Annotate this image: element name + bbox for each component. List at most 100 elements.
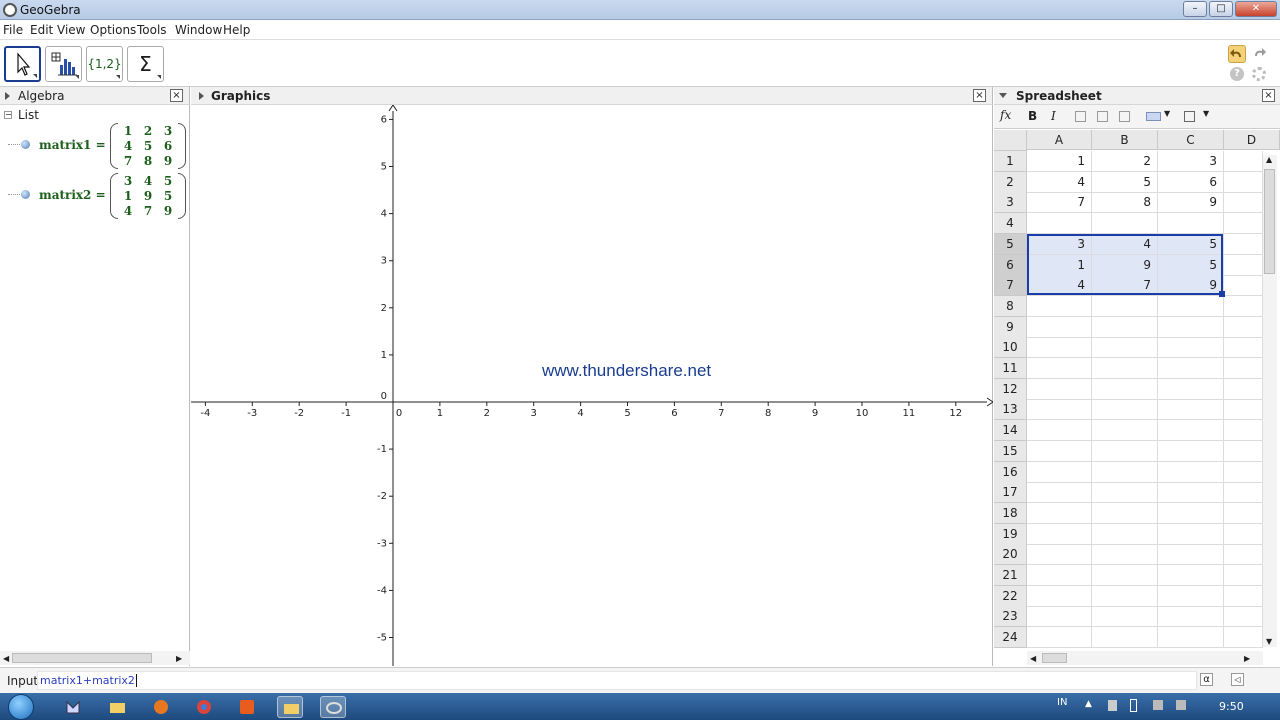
row-header-10[interactable]: 10 <box>994 337 1027 359</box>
cell-c15[interactable] <box>1158 440 1224 462</box>
row-header-9[interactable]: 9 <box>994 316 1027 338</box>
scroll-up-arrow-icon[interactable]: ▲ <box>1266 155 1272 164</box>
cell-d4[interactable] <box>1224 213 1263 235</box>
cell-d3[interactable] <box>1224 192 1263 214</box>
row-header-22[interactable]: 22 <box>994 585 1027 607</box>
menu-tools[interactable]: Tools <box>137 23 167 37</box>
cell-a23[interactable] <box>1027 606 1092 628</box>
cell-d9[interactable] <box>1224 316 1263 338</box>
cell-c9[interactable] <box>1158 316 1224 338</box>
cell-a19[interactable] <box>1027 523 1092 545</box>
align-right-icon[interactable] <box>1119 111 1130 122</box>
cell-a8[interactable] <box>1027 295 1092 317</box>
column-header-c[interactable]: C <box>1158 130 1224 150</box>
cell-c24[interactable] <box>1158 627 1224 649</box>
help-icon[interactable]: ? <box>1230 67 1244 81</box>
cell-a16[interactable] <box>1027 461 1092 483</box>
cell-c19[interactable] <box>1158 523 1224 545</box>
cell-d18[interactable] <box>1224 502 1263 524</box>
menu-window[interactable]: Window <box>175 23 222 37</box>
cell-a18[interactable] <box>1027 502 1092 524</box>
cell-a15[interactable] <box>1027 440 1092 462</box>
column-header-a[interactable]: A <box>1027 130 1092 150</box>
cell-a12[interactable] <box>1027 378 1092 400</box>
row-header-20[interactable]: 20 <box>994 544 1027 566</box>
cell-b18[interactable] <box>1092 502 1158 524</box>
cell-d22[interactable] <box>1224 585 1263 607</box>
move-tool-button[interactable] <box>4 46 41 82</box>
cell-d23[interactable] <box>1224 606 1263 628</box>
cell-b9[interactable] <box>1092 316 1158 338</box>
maximize-button[interactable]: □ <box>1209 1 1233 17</box>
cell-d13[interactable] <box>1224 399 1263 421</box>
cell-b4[interactable] <box>1092 213 1158 235</box>
scroll-thumb[interactable] <box>12 653 152 663</box>
cell-d17[interactable] <box>1224 482 1263 504</box>
cell-c12[interactable] <box>1158 378 1224 400</box>
cell-d21[interactable] <box>1224 565 1263 586</box>
scroll-thumb[interactable] <box>1264 169 1275 274</box>
algebra-horizontal-scrollbar[interactable]: ▶ ◀ <box>0 651 190 665</box>
row-header-18[interactable]: 18 <box>994 502 1027 524</box>
row-header-13[interactable]: 13 <box>994 399 1027 421</box>
cell-d1[interactable] <box>1224 151 1263 172</box>
column-header-b[interactable]: B <box>1092 130 1158 150</box>
cell-b10[interactable] <box>1092 337 1158 359</box>
start-button-icon[interactable] <box>8 694 34 720</box>
input-field[interactable]: matrix1+matrix2 <box>37 671 1197 690</box>
cell-b24[interactable] <box>1092 627 1158 649</box>
file-explorer-icon[interactable] <box>104 696 130 718</box>
cell-b22[interactable] <box>1092 585 1158 607</box>
cell-d16[interactable] <box>1224 461 1263 483</box>
menu-help[interactable]: Help <box>223 23 250 37</box>
cell-b16[interactable] <box>1092 461 1158 483</box>
cell-a24[interactable] <box>1027 627 1092 649</box>
cell-c20[interactable] <box>1158 544 1224 566</box>
cell-c13[interactable] <box>1158 399 1224 421</box>
cell-c8[interactable] <box>1158 295 1224 317</box>
cell-a17[interactable] <box>1027 482 1092 504</box>
cell-d19[interactable] <box>1224 523 1263 545</box>
cell-d2[interactable] <box>1224 171 1263 193</box>
row-header-15[interactable]: 15 <box>994 440 1027 462</box>
cell-a13[interactable] <box>1027 399 1092 421</box>
power-icon[interactable] <box>1153 700 1163 710</box>
cell-d20[interactable] <box>1224 544 1263 566</box>
undo-icon[interactable] <box>1228 45 1246 63</box>
row-header-3[interactable]: 3 <box>994 192 1027 214</box>
algebra-close-icon[interactable]: × <box>170 89 183 102</box>
chevron-down-icon[interactable]: ▼ <box>1164 109 1170 118</box>
cell-b8[interactable] <box>1092 295 1158 317</box>
cell-b3[interactable]: 8 <box>1092 192 1158 214</box>
align-left-icon[interactable] <box>1075 111 1086 122</box>
panel-expand-triangle-icon[interactable] <box>199 92 204 100</box>
scroll-left-arrow-icon[interactable]: ◀ <box>1030 654 1036 663</box>
cell-b23[interactable] <box>1092 606 1158 628</box>
cell-b20[interactable] <box>1092 544 1158 566</box>
scroll-thumb[interactable] <box>1042 653 1067 663</box>
firefox-icon[interactable] <box>148 696 174 718</box>
cell-a22[interactable] <box>1027 585 1092 607</box>
cell-c3[interactable]: 9 <box>1158 192 1224 214</box>
cell-a10[interactable] <box>1027 337 1092 359</box>
background-color-icon[interactable] <box>1146 112 1161 121</box>
alpha-symbol-button[interactable]: α <box>1200 673 1213 686</box>
visibility-toggle-icon[interactable] <box>21 140 30 149</box>
network-icon[interactable] <box>1108 700 1117 711</box>
cell-a11[interactable] <box>1027 358 1092 379</box>
folder-app-icon[interactable] <box>277 696 303 718</box>
cell-a9[interactable] <box>1027 316 1092 338</box>
battery-icon[interactable] <box>1130 699 1137 712</box>
row-header-21[interactable]: 21 <box>994 565 1027 586</box>
scroll-right-arrow-icon[interactable]: ▶ <box>176 654 182 663</box>
row-header-11[interactable]: 11 <box>994 358 1027 379</box>
row-header-14[interactable]: 14 <box>994 420 1027 442</box>
row-header-24[interactable]: 24 <box>994 627 1027 649</box>
cell-d6[interactable] <box>1224 254 1263 276</box>
cell-d24[interactable] <box>1224 627 1263 649</box>
scroll-right-arrow-icon[interactable]: ▶ <box>1244 654 1250 663</box>
cell-c1[interactable]: 3 <box>1158 151 1224 172</box>
border-style-icon[interactable] <box>1184 111 1195 122</box>
one-variable-analysis-tool-button[interactable] <box>45 46 82 82</box>
cell-a4[interactable] <box>1027 213 1092 235</box>
